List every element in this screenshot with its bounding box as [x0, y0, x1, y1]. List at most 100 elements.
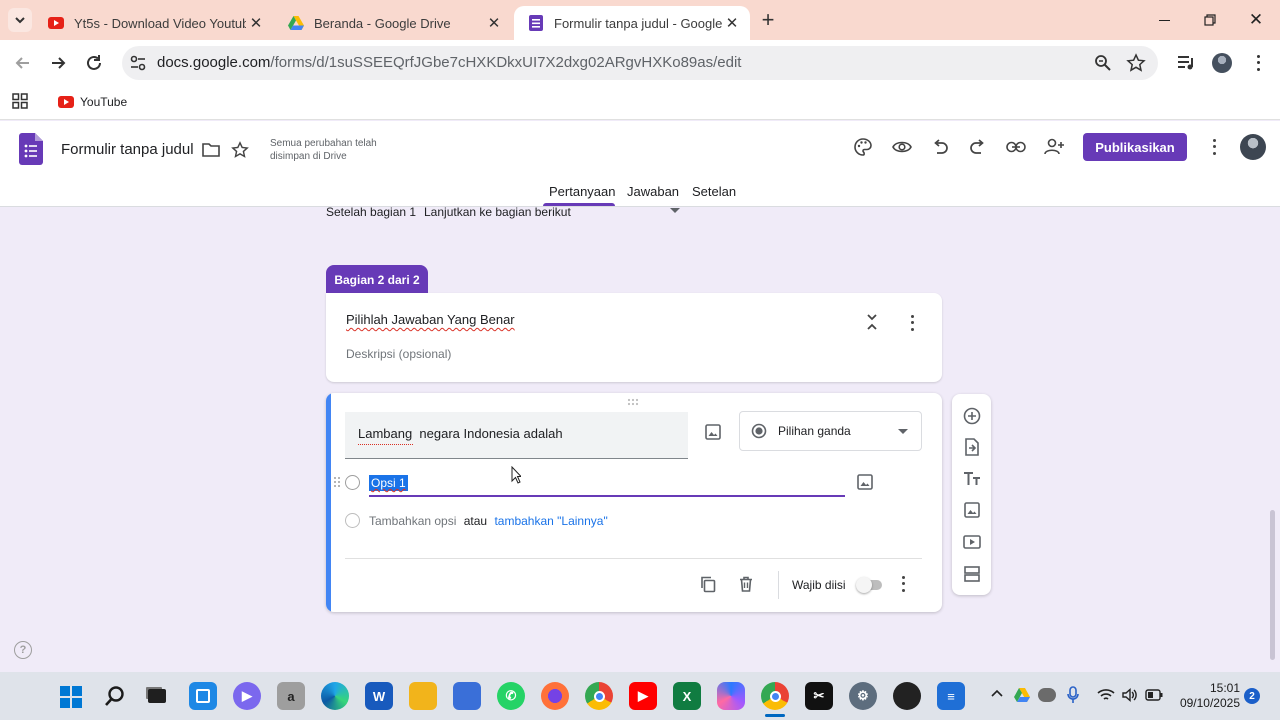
tab-jawaban[interactable]: Jawaban — [627, 184, 679, 199]
section-more-icon[interactable] — [904, 313, 920, 333]
question-title-input[interactable]: Lambang negara Indonesia adalah — [345, 412, 688, 459]
obs-icon[interactable] — [893, 682, 921, 710]
chrome-icon[interactable] — [585, 682, 613, 710]
close-tab-icon[interactable]: ✕ — [484, 13, 504, 33]
file-explorer-icon[interactable] — [409, 682, 437, 710]
apps-grid-icon[interactable] — [12, 93, 28, 109]
add-image-icon[interactable] — [962, 500, 982, 520]
capcut-icon[interactable]: ✂ — [805, 682, 833, 710]
delete-icon[interactable] — [737, 575, 755, 593]
account-avatar[interactable] — [1240, 134, 1266, 160]
widgets-icon[interactable] — [189, 682, 217, 710]
bookmark-youtube[interactable]: YouTube — [58, 93, 127, 111]
profile-avatar[interactable] — [1212, 53, 1232, 73]
site-settings-icon[interactable] — [128, 53, 148, 73]
required-toggle[interactable] — [856, 577, 884, 593]
notepad-icon[interactable]: ≡ — [937, 682, 965, 710]
question-more-icon[interactable] — [895, 574, 911, 594]
palette-icon[interactable] — [851, 135, 875, 159]
bookmark-star-icon[interactable] — [1126, 53, 1146, 73]
add-collaborator-icon[interactable] — [1042, 135, 1066, 159]
import-questions-icon[interactable] — [962, 437, 982, 457]
browser-tab-yt5s[interactable]: Yt5s - Download Video Youtube ✕ — [34, 6, 274, 40]
forward-arrow-icon[interactable] — [47, 52, 69, 74]
close-window-icon[interactable]: ✕ — [1242, 8, 1270, 32]
option-image-icon[interactable] — [856, 473, 874, 491]
firefox-icon[interactable] — [541, 682, 569, 710]
add-title-text-icon[interactable] — [962, 469, 982, 489]
question-card[interactable]: Lambang negara Indonesia adalah Pilihan … — [326, 393, 942, 612]
drive-tray-icon[interactable] — [1014, 688, 1030, 702]
drag-handle-icon[interactable] — [626, 398, 642, 406]
option-input[interactable]: Opsi 1 — [369, 473, 845, 497]
tab-pertanyaan[interactable]: Pertanyaan — [549, 184, 616, 199]
browser-tab-forms[interactable]: Formulir tanpa judul - Google F ✕ — [514, 6, 750, 40]
collapse-section-icon[interactable] — [864, 313, 880, 331]
task-view-icon[interactable] — [143, 682, 171, 710]
link-icon[interactable] — [1004, 135, 1028, 159]
microphone-icon[interactable] — [1067, 686, 1079, 704]
microsoft-store-icon[interactable] — [453, 682, 481, 710]
word-icon[interactable]: W — [365, 682, 393, 710]
dropdown-arrow-icon[interactable] — [670, 208, 680, 214]
youtube-app-icon[interactable]: ▶ — [629, 682, 657, 710]
back-arrow-icon[interactable] — [12, 52, 34, 74]
amazon-icon[interactable]: a — [277, 682, 305, 710]
notification-badge[interactable]: 2 — [1244, 688, 1260, 704]
close-tab-icon[interactable]: ✕ — [246, 13, 266, 33]
cloud-sync-icon[interactable] — [1038, 688, 1056, 702]
form-title[interactable]: Formulir tanpa judul — [61, 141, 194, 158]
wifi-icon[interactable] — [1097, 688, 1115, 702]
zoom-icon[interactable] — [1094, 54, 1112, 72]
add-image-icon[interactable] — [704, 423, 722, 441]
clock[interactable]: 15:01 09/10/2025 — [1170, 681, 1240, 711]
search-icon[interactable] — [104, 685, 126, 707]
windows-start-icon[interactable] — [60, 686, 82, 708]
option-label: Opsi 1 — [369, 475, 408, 491]
restore-window-icon[interactable] — [1196, 10, 1224, 30]
section-description-input[interactable]: Deskripsi (opsional) — [346, 347, 451, 361]
undo-icon[interactable] — [928, 135, 952, 159]
tray-chevron-up-icon[interactable] — [990, 686, 1004, 700]
preview-eye-icon[interactable] — [890, 135, 914, 159]
browser-menu-icon[interactable] — [1248, 53, 1268, 73]
close-tab-icon[interactable]: ✕ — [722, 13, 742, 33]
option-drag-handle-icon[interactable] — [333, 476, 341, 488]
browser-tab-drive[interactable]: Beranda - Google Drive ✕ — [274, 6, 512, 40]
add-section-icon[interactable] — [962, 564, 982, 584]
add-video-icon[interactable] — [962, 532, 982, 552]
add-option-link[interactable]: Tambahkan opsi — [369, 514, 456, 528]
copilot-icon[interactable] — [717, 682, 745, 710]
duplicate-icon[interactable] — [699, 575, 717, 593]
address-bar[interactable]: docs.google.com/forms/d/1suSSEEQrfJGbe7c… — [122, 46, 1158, 80]
battery-icon[interactable] — [1145, 689, 1163, 701]
move-to-folder-icon[interactable] — [199, 138, 223, 162]
question-type-select[interactable]: Pilihan ganda — [739, 411, 922, 451]
tab-setelan[interactable]: Setelan — [692, 184, 736, 199]
reload-icon[interactable] — [83, 52, 105, 74]
required-label: Wajib diisi — [792, 578, 846, 592]
edge-icon[interactable] — [321, 682, 349, 710]
settings-gear-icon[interactable]: ⚙ — [849, 682, 877, 710]
excel-icon[interactable]: X — [673, 682, 701, 710]
teams-chat-icon[interactable]: ▶ — [233, 682, 261, 710]
star-icon[interactable] — [228, 138, 252, 162]
media-queue-icon[interactable] — [1176, 54, 1196, 72]
browser-tab-strip: Yt5s - Download Video Youtube ✕ Beranda … — [0, 0, 1280, 40]
add-other-link[interactable]: tambahkan "Lainnya" — [494, 514, 607, 528]
help-icon[interactable]: ? — [14, 641, 32, 659]
redo-icon[interactable] — [966, 135, 990, 159]
section-title[interactable]: Pilihlah Jawaban Yang Benar — [346, 312, 515, 327]
add-question-icon[interactable] — [962, 406, 982, 426]
drive-favicon — [288, 16, 304, 30]
new-tab-button[interactable]: + — [756, 7, 780, 32]
tab-list-dropdown-button[interactable] — [8, 8, 32, 32]
page-scrollbar-thumb[interactable] — [1270, 510, 1275, 660]
volume-icon[interactable] — [1121, 687, 1137, 703]
publish-button[interactable]: Publikasikan — [1083, 133, 1187, 161]
more-options-icon[interactable] — [1206, 137, 1222, 157]
minimize-window-icon[interactable] — [1150, 10, 1178, 30]
section-navigation-select[interactable]: Lanjutkan ke bagian berikut — [424, 205, 571, 219]
chrome-active-icon[interactable] — [761, 682, 789, 710]
whatsapp-icon[interactable]: ✆ — [497, 682, 525, 710]
